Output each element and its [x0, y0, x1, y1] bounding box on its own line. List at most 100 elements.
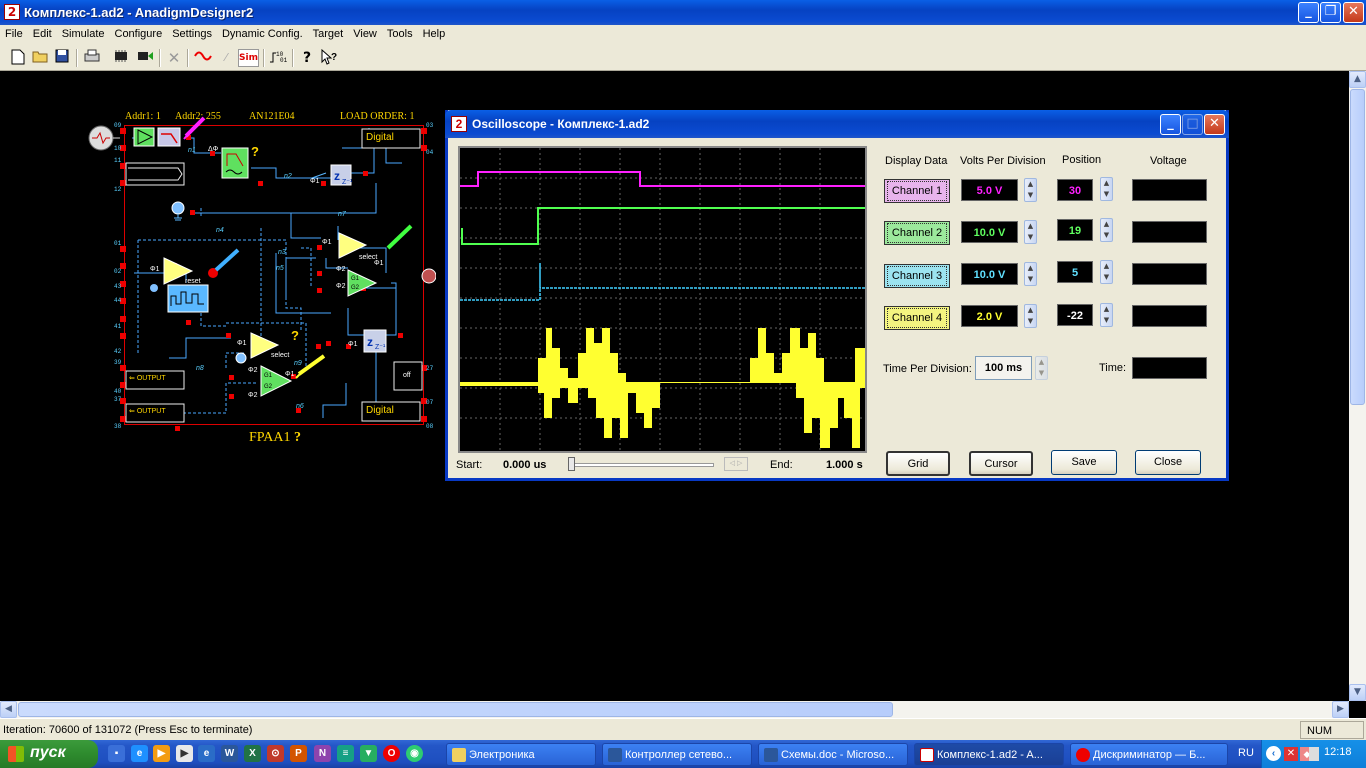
- sim-icon[interactable]: Sim: [238, 49, 259, 67]
- close-button[interactable]: Close: [1135, 450, 1201, 475]
- quicklaunch-opera-icon[interactable]: O: [383, 745, 400, 762]
- time-slider-thumb[interactable]: [568, 457, 575, 471]
- probe-icon[interactable]: ⁄: [217, 49, 235, 67]
- menu-simulate[interactable]: Simulate: [57, 25, 110, 45]
- task-elektronika[interactable]: Электроника: [446, 743, 596, 766]
- menu-edit[interactable]: Edit: [28, 25, 57, 45]
- start-button[interactable]: пуск: [0, 740, 98, 768]
- menu-configure[interactable]: Configure: [110, 25, 168, 45]
- menu-dynamic-config[interactable]: Dynamic Config.: [217, 25, 308, 45]
- open-folder-icon[interactable]: [31, 49, 49, 67]
- channel-1-position[interactable]: 30: [1057, 179, 1093, 201]
- channel-2-volts[interactable]: 10.0 V: [961, 221, 1018, 243]
- save-button[interactable]: Save: [1051, 450, 1117, 475]
- menu-settings[interactable]: Settings: [167, 25, 217, 45]
- menu-file[interactable]: File: [0, 25, 28, 45]
- horizontal-scrollbar[interactable]: ◀ ▶: [0, 701, 1349, 718]
- menu-target[interactable]: Target: [308, 25, 349, 45]
- display-data-header: Display Data: [885, 155, 948, 167]
- scroll-up-icon[interactable]: ▲: [1349, 71, 1366, 88]
- vertical-scrollbar[interactable]: ▲ ▼: [1349, 71, 1366, 701]
- channel-4-volts[interactable]: 2.0 V: [961, 305, 1018, 327]
- tray-arrow-icon[interactable]: ‹: [1266, 746, 1281, 761]
- fpaa-schematic[interactable]: Addr1: 1 Addr2: 255 AN121E04 LOAD ORDER:…: [86, 108, 436, 448]
- scroll-down-icon[interactable]: ▼: [1349, 684, 1366, 701]
- channel-3-position-spinner[interactable]: ▲ ▼: [1100, 260, 1113, 284]
- chip-icon[interactable]: [112, 49, 130, 67]
- task-controller-doc[interactable]: Контроллер сетево...: [602, 743, 752, 766]
- language-indicator[interactable]: RU: [1238, 747, 1254, 759]
- channel-4-position-spinner[interactable]: ▲ ▼: [1100, 303, 1113, 327]
- channel-2-position[interactable]: 19: [1057, 219, 1093, 241]
- output-block-37[interactable]: ⇐ OUTPUT: [129, 407, 166, 415]
- scope-display[interactable]: [458, 146, 867, 453]
- channel-1-volts-spinner[interactable]: ▲ ▼: [1024, 178, 1037, 202]
- quicklaunch-torrent-icon[interactable]: ▼: [360, 745, 377, 762]
- restore-button[interactable]: ❐: [1320, 2, 1341, 23]
- download-chip-icon[interactable]: [136, 49, 154, 67]
- osc-close-button[interactable]: ✕: [1204, 114, 1225, 135]
- digital-block-bottom[interactable]: Digital: [366, 405, 394, 416]
- channel-2-button[interactable]: Channel 2: [884, 221, 950, 245]
- vertical-scroll-thumb[interactable]: [1350, 89, 1365, 405]
- channel-1-volts[interactable]: 5.0 V: [961, 179, 1018, 201]
- task-opera-browser[interactable]: Дискриминатор — Б...: [1070, 743, 1228, 766]
- channel-2-volts-spinner[interactable]: ▲ ▼: [1024, 220, 1037, 244]
- slider-arrows[interactable]: ◁ ▷: [724, 457, 748, 471]
- menu-tools[interactable]: Tools: [382, 25, 418, 45]
- delete-icon[interactable]: ✕: [165, 49, 183, 67]
- channel-3-button[interactable]: Channel 3: [884, 264, 950, 288]
- channel-4-button[interactable]: Channel 4: [884, 306, 950, 330]
- grid-button[interactable]: Grid: [886, 451, 950, 476]
- close-button[interactable]: ✕: [1343, 2, 1364, 23]
- context-help-icon[interactable]: ?: [320, 48, 338, 67]
- task-anadigm[interactable]: Комплекс-1.ad2 - A...: [914, 743, 1064, 766]
- quicklaunch-network-icon[interactable]: ≡: [337, 745, 354, 762]
- tray-shield-icon[interactable]: ✕: [1284, 747, 1298, 761]
- svg-text:04: 04: [426, 149, 434, 156]
- help-icon[interactable]: ?: [298, 49, 316, 67]
- quicklaunch-ie-icon[interactable]: e: [131, 745, 148, 762]
- save-icon[interactable]: [53, 49, 71, 67]
- channel-1-position-spinner[interactable]: ▲ ▼: [1100, 177, 1113, 201]
- channel-3-volts-spinner[interactable]: ▲ ▼: [1024, 262, 1037, 286]
- quicklaunch-pdf-icon[interactable]: P: [290, 745, 307, 762]
- osc-minimize-button[interactable]: _: [1160, 114, 1181, 135]
- fpaa-name[interactable]: FPAA1 ?: [249, 430, 301, 446]
- quicklaunch-app-icon[interactable]: ⊙: [267, 745, 284, 762]
- minimize-button[interactable]: _: [1298, 2, 1319, 23]
- quicklaunch-word-icon[interactable]: W: [221, 745, 238, 762]
- output-block-39[interactable]: ⇐ OUTPUT: [129, 374, 166, 382]
- menu-help[interactable]: Help: [418, 25, 451, 45]
- tray-volume-icon[interactable]: [1309, 747, 1319, 761]
- quicklaunch-ie2-icon[interactable]: e: [198, 745, 215, 762]
- channel-2-position-spinner[interactable]: ▲ ▼: [1100, 218, 1113, 242]
- time-per-division-value[interactable]: 100 ms: [975, 356, 1032, 380]
- horizontal-scroll-thumb[interactable]: [18, 702, 893, 717]
- quicklaunch-player-icon[interactable]: ▶: [176, 745, 193, 762]
- digital-block-top[interactable]: Digital: [366, 132, 394, 143]
- channel-1-button[interactable]: Channel 1: [884, 179, 950, 203]
- channel-3-volts[interactable]: 10.0 V: [961, 263, 1018, 285]
- bits-icon[interactable]: 10 01: [269, 49, 288, 67]
- channel-4-position[interactable]: -22: [1057, 304, 1093, 326]
- off-switch[interactable]: off: [403, 372, 411, 379]
- time-per-division-spinner[interactable]: ▲ ▼: [1035, 356, 1048, 380]
- quicklaunch-media-icon[interactable]: ▶: [153, 745, 170, 762]
- scroll-right-icon[interactable]: ▶: [1332, 701, 1349, 718]
- channel-3-position[interactable]: 5: [1057, 261, 1093, 283]
- print-icon[interactable]: [83, 49, 101, 67]
- channel-4-volts-spinner[interactable]: ▲ ▼: [1024, 304, 1037, 328]
- new-file-icon[interactable]: [9, 49, 27, 67]
- menu-view[interactable]: View: [348, 25, 382, 45]
- cursor-button[interactable]: Cursor: [969, 451, 1033, 476]
- task-schemy-doc[interactable]: Схемы.doc - Microso...: [758, 743, 908, 766]
- quicklaunch-onenote-icon[interactable]: N: [314, 745, 331, 762]
- time-slider[interactable]: [568, 463, 714, 467]
- scroll-left-icon[interactable]: ◀: [0, 701, 17, 718]
- quicklaunch-excel-icon[interactable]: X: [244, 745, 261, 762]
- sine-wave-icon[interactable]: [194, 49, 212, 67]
- osc-maximize-button[interactable]: □: [1182, 114, 1203, 135]
- quicklaunch-globe-icon[interactable]: ◉: [406, 745, 423, 762]
- quicklaunch-desktop-icon[interactable]: ▪: [108, 745, 125, 762]
